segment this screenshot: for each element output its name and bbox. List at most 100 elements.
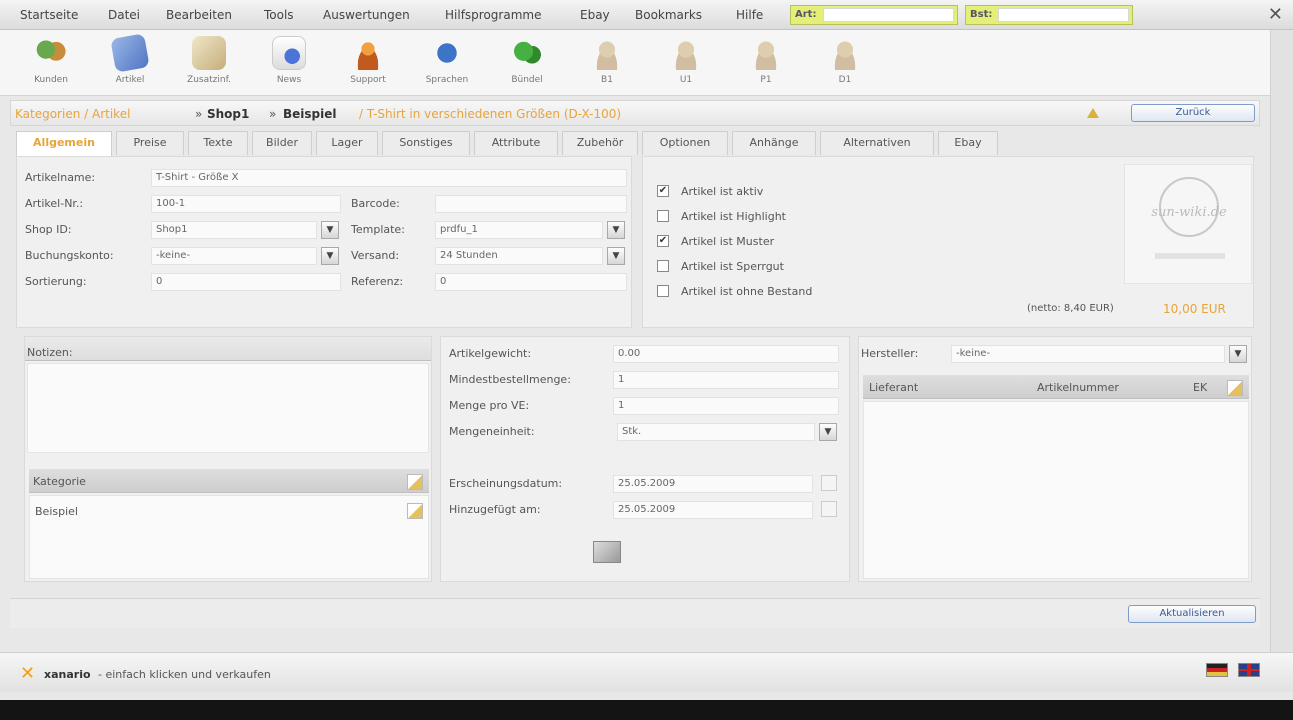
active-checkbox[interactable]: ✔: [657, 185, 669, 197]
bulky-checkbox[interactable]: [657, 260, 669, 272]
weight-input[interactable]: 0.00: [613, 345, 839, 363]
tab-zubehoer[interactable]: Zubehör: [562, 131, 638, 155]
tab-attribute[interactable]: Attribute: [474, 131, 558, 155]
chevron-down-icon[interactable]: ▼: [321, 221, 339, 239]
sort-label: Sortierung:: [25, 275, 87, 288]
menu-hilfe[interactable]: Hilfe: [736, 8, 763, 22]
reference-label: Referenz:: [351, 275, 404, 288]
sample-checkbox[interactable]: ✔: [657, 235, 669, 247]
tab-sonstiges[interactable]: Sonstiges: [382, 131, 470, 155]
toolbar-kunden-button[interactable]: Kunden: [14, 34, 88, 92]
reference-input[interactable]: 0: [435, 273, 627, 291]
chevron-down-icon[interactable]: ▼: [607, 247, 625, 265]
toolbar-b1-button[interactable]: B1: [570, 34, 644, 92]
unit-select[interactable]: Stk.: [617, 423, 815, 441]
sort-input[interactable]: 0: [151, 273, 341, 291]
notes-textarea[interactable]: [27, 363, 429, 453]
calendar-icon[interactable]: [821, 501, 837, 517]
news-icon: [272, 36, 306, 70]
close-icon[interactable]: ✕: [1268, 4, 1283, 25]
edit-icon[interactable]: [407, 474, 423, 490]
supplier-list: [863, 401, 1249, 579]
added-date-input[interactable]: 25.05.2009: [613, 501, 813, 519]
menu-tools[interactable]: Tools: [264, 8, 294, 22]
breadcrumb-path[interactable]: Kategorien / Artikel: [15, 107, 130, 121]
article-name-label: Artikelname:: [25, 171, 96, 184]
tab-alternativen[interactable]: Alternativen: [820, 131, 934, 155]
support-icon: [351, 36, 385, 70]
shop-id-label: Shop ID:: [25, 223, 72, 236]
category-item[interactable]: Beispiel: [35, 505, 78, 518]
menu-ebay[interactable]: Ebay: [580, 8, 610, 22]
menu-datei[interactable]: Datei: [108, 8, 140, 22]
category-list: [29, 495, 429, 579]
category-header-label: Kategorie: [33, 475, 86, 488]
shop-id-select[interactable]: Shop1: [151, 221, 317, 239]
template-select[interactable]: prdfu_1: [435, 221, 603, 239]
menu-startseite[interactable]: Startseite: [20, 8, 78, 22]
manufacturer-label: Hersteller:: [861, 347, 919, 360]
per-ve-input[interactable]: 1: [613, 397, 839, 415]
toolbar-bundel-label: Bündel: [511, 75, 543, 85]
article-search-input[interactable]: [823, 8, 954, 22]
booking-select[interactable]: -keine-: [151, 247, 317, 265]
breadcrumb: Kategorien / Artikel » Shop1 » Beispiel …: [10, 100, 1260, 126]
min-order-input[interactable]: 1: [613, 371, 839, 389]
tab-texte[interactable]: Texte: [188, 131, 248, 155]
barcode-input[interactable]: [435, 195, 627, 213]
release-date-input[interactable]: 25.05.2009: [613, 475, 813, 493]
calendar-icon[interactable]: [821, 475, 837, 491]
back-button[interactable]: Zurück: [1131, 104, 1255, 122]
german-flag-icon[interactable]: [1206, 663, 1228, 677]
tab-allgemein[interactable]: Allgemein: [16, 131, 112, 156]
tab-optionen[interactable]: Optionen: [642, 131, 728, 155]
tab-preise[interactable]: Preise: [116, 131, 184, 155]
toolbar-d1-label: D1: [838, 75, 852, 85]
scrollbar[interactable]: [1270, 30, 1293, 652]
toolbar-p1-button[interactable]: P1: [729, 34, 803, 92]
breadcrumb-shop[interactable]: Shop1: [207, 107, 249, 121]
toolbar-zusatz-button[interactable]: Zusatzinf.: [172, 34, 246, 92]
english-flag-icon[interactable]: [1238, 663, 1260, 677]
chevron-down-icon[interactable]: ▼: [321, 247, 339, 265]
notes-panel: Notizen: Kategorie Beispiel: [24, 336, 432, 582]
tab-bilder[interactable]: Bilder: [252, 131, 312, 155]
chevron-down-icon[interactable]: ▼: [819, 423, 837, 441]
menu-bookmarks[interactable]: Bookmarks: [635, 8, 702, 22]
user-icon: [590, 36, 624, 70]
refresh-button[interactable]: Aktualisieren: [1128, 605, 1256, 623]
article-nr-input[interactable]: 100-1: [151, 195, 341, 213]
toolbar-news-button[interactable]: News: [252, 34, 326, 92]
toolbar-artikel-button[interactable]: Artikel: [93, 33, 167, 92]
chevron-down-icon[interactable]: ▼: [1229, 345, 1247, 363]
toolbar-sprachen-button[interactable]: Sprachen: [410, 34, 484, 92]
edit-icon[interactable]: [407, 503, 423, 519]
article-name-input[interactable]: T-Shirt - Größe X: [151, 169, 627, 187]
chevron-down-icon[interactable]: ▼: [607, 221, 625, 239]
toolbar-support-button[interactable]: Support: [331, 34, 405, 92]
tab-anhaenge[interactable]: Anhänge: [732, 131, 816, 155]
shipping-select[interactable]: 24 Stunden: [435, 247, 603, 265]
highlight-checkbox[interactable]: [657, 210, 669, 222]
toolbar-b1-label: B1: [601, 75, 613, 85]
active-label: Artikel ist aktiv: [681, 185, 764, 198]
menu-auswertungen[interactable]: Auswertungen: [323, 8, 410, 22]
article-image[interactable]: sun-wiki.de: [1124, 164, 1252, 284]
breadcrumb-category[interactable]: Beispiel: [283, 107, 337, 121]
toolbar-d1-button[interactable]: D1: [808, 34, 882, 92]
no-stock-label: Artikel ist ohne Bestand: [681, 285, 813, 298]
logo-text: sun-wiki.de: [1151, 205, 1227, 220]
menu-hilfsprogramme[interactable]: Hilfsprogramme: [445, 8, 541, 22]
toolbar-u1-button[interactable]: U1: [649, 34, 723, 92]
notes-icon: [192, 36, 226, 70]
save-icon[interactable]: [593, 541, 621, 563]
tab-ebay[interactable]: Ebay: [938, 131, 998, 155]
tab-lager[interactable]: Lager: [316, 131, 378, 155]
bundle-icon: [510, 36, 544, 70]
manufacturer-select[interactable]: -keine-: [951, 345, 1225, 363]
menu-bearbeiten[interactable]: Bearbeiten: [166, 8, 232, 22]
toolbar-bundel-button[interactable]: Bündel: [490, 34, 564, 92]
no-stock-checkbox[interactable]: [657, 285, 669, 297]
add-supplier-icon[interactable]: [1227, 380, 1243, 396]
order-search-input[interactable]: [998, 8, 1129, 22]
